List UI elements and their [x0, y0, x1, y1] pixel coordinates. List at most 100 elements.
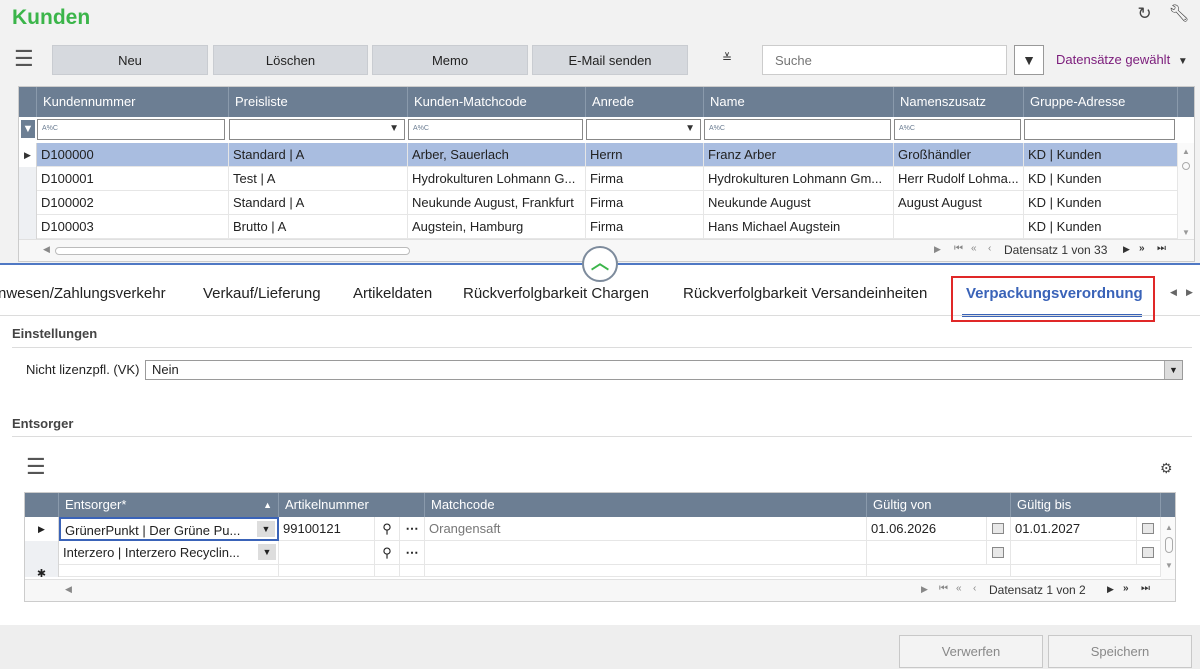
tab-rueckverfolgbarkeit-chargen[interactable]: Rückverfolgbarkeit Chargen — [463, 285, 649, 302]
search-input[interactable] — [763, 46, 1006, 74]
prev-record-icon[interactable]: ‹ — [988, 243, 991, 254]
prev-page-icon[interactable]: « — [956, 583, 962, 594]
col-header[interactable]: Gültig bis — [1011, 493, 1161, 517]
wrench-icon[interactable]: 🔧︎ — [1168, 4, 1190, 23]
chevron-down-icon[interactable]: ▼ — [1164, 361, 1182, 379]
menu-icon[interactable]: ☰ — [26, 454, 46, 480]
col-header[interactable]: Gruppe-Adresse — [1024, 87, 1178, 117]
cell[interactable] — [1011, 541, 1137, 565]
filter-matchcode[interactable]: A%C — [408, 119, 583, 140]
filter-gruppe[interactable] — [1024, 119, 1175, 140]
cell[interactable]: 01.01.2027 — [1011, 517, 1137, 541]
tab-scroll-left-icon[interactable]: ◀ — [1170, 287, 1177, 298]
tab-zahlungsverkehr[interactable]: nwesen/Zahlungsverkehr — [0, 285, 166, 302]
discard-button[interactable]: Verwerfen — [899, 635, 1043, 668]
cell[interactable] — [867, 565, 1011, 577]
entsorger-select[interactable]: Interzero | Interzero Recyclin... ▼ — [59, 541, 279, 565]
scroll-up-icon[interactable]: ▲ — [1182, 147, 1190, 156]
table-row[interactable]: D100003 Brutto | A Augstein, Hamburg Fir… — [19, 215, 1178, 239]
scroll-down-icon[interactable]: ▼ — [1165, 561, 1173, 570]
filter-preisliste[interactable]: ▼ — [229, 119, 405, 140]
more-icon[interactable] — [400, 565, 425, 577]
col-header[interactable]: Preisliste — [229, 87, 408, 117]
col-header[interactable]: Name — [704, 87, 894, 117]
scroll-down-icon[interactable]: ▼ — [1182, 228, 1190, 237]
scroll-thumb[interactable] — [1165, 537, 1173, 553]
scroll-thumb[interactable] — [1182, 162, 1190, 170]
table-row[interactable]: Interzero | Interzero Recyclin... ▼ ⚲ ⋯ — [25, 541, 1161, 565]
prev-page-icon[interactable]: « — [971, 243, 977, 254]
calendar-icon[interactable] — [1137, 517, 1161, 541]
vertical-scrollbar[interactable]: ▲ ▼ — [1178, 143, 1194, 239]
memo-button[interactable]: Memo — [372, 45, 528, 75]
entsorger-select[interactable] — [59, 565, 279, 577]
expand-search-icon[interactable]: ≚ — [722, 51, 732, 65]
calendar-icon[interactable] — [987, 541, 1011, 565]
more-icon[interactable]: ⋯ — [400, 517, 425, 541]
calendar-icon[interactable] — [987, 517, 1011, 541]
col-header[interactable]: Artikelnummer — [279, 493, 425, 517]
table-row[interactable]: D100002 Standard | A Neukunde August, Fr… — [19, 191, 1178, 215]
cell[interactable] — [279, 541, 375, 565]
nicht-lizenzpfl-select[interactable]: Nein ▼ — [145, 360, 1183, 380]
search-icon[interactable] — [375, 565, 400, 577]
first-page-icon[interactable]: ⏮ — [954, 243, 963, 254]
tab-verkauf-lieferung[interactable]: Verkauf/Lieferung — [203, 285, 321, 302]
next-record-icon[interactable]: ▶ — [1123, 244, 1130, 255]
col-header[interactable]: Namenszusatz — [894, 87, 1024, 117]
prev-record-icon[interactable]: ‹ — [973, 583, 976, 594]
cell[interactable]: 99100121 — [279, 517, 375, 541]
scroll-up-icon[interactable]: ▲ — [1165, 523, 1173, 532]
table-row[interactable]: ▶ D100000 Standard | A Arber, Sauerlach … — [19, 143, 1178, 167]
cell[interactable]: 01.06.2026 — [867, 517, 987, 541]
col-header[interactable]: Gültig von — [867, 493, 1011, 517]
filter-namenszusatz[interactable]: A%C — [894, 119, 1021, 140]
col-header[interactable]: Kunden-Matchcode — [408, 87, 586, 117]
more-icon[interactable]: ⋯ — [400, 541, 425, 565]
scroll-left-icon[interactable]: ◀ — [65, 584, 72, 595]
col-header[interactable]: Matchcode — [425, 493, 867, 517]
next-page-icon[interactable]: » — [1139, 243, 1145, 254]
new-button[interactable]: Neu — [52, 45, 208, 75]
filter-kundennummer[interactable]: A%C — [37, 119, 225, 140]
gear-icon[interactable]: ⚙ — [1160, 460, 1173, 477]
chevron-down-icon[interactable]: ▼ — [258, 544, 276, 560]
tab-scroll-right-icon[interactable]: ▶ — [1186, 287, 1193, 298]
calendar-icon[interactable] — [1137, 541, 1161, 565]
scroll-right-icon[interactable]: ▶ — [921, 584, 928, 595]
collapse-chevron-icon[interactable]: ︿ — [582, 246, 618, 282]
tab-artikeldaten[interactable]: Artikeldaten — [353, 285, 432, 302]
funnel-icon[interactable]: ▼ — [21, 120, 35, 138]
filter-dropdown-icon[interactable]: ▼ — [1014, 45, 1044, 75]
disposer-grid[interactable]: Entsorger* ▲ Artikelnummer Matchcode Gül… — [24, 492, 1176, 602]
cell[interactable] — [867, 541, 987, 565]
entsorger-select[interactable]: GrünerPunkt | Der Grüne Pu... ▼ — [59, 517, 279, 541]
last-page-icon[interactable]: ⏭ — [1157, 243, 1166, 254]
table-row[interactable]: D100001 Test | A Hydrokulturen Lohmann G… — [19, 167, 1178, 191]
customers-grid[interactable]: Kundennummer Preisliste Kunden-Matchcode… — [18, 86, 1195, 262]
table-row[interactable]: ▶ GrünerPunkt | Der Grüne Pu... ▼ 991001… — [25, 517, 1161, 541]
chevron-down-icon[interactable]: ▼ — [257, 521, 275, 537]
search-icon[interactable]: ⚲ — [375, 517, 400, 541]
search-icon[interactable]: ⚲ — [375, 541, 400, 565]
next-record-icon[interactable]: ▶ — [1107, 584, 1114, 595]
vertical-scrollbar[interactable]: ▲ ▼ — [1161, 517, 1175, 579]
email-button[interactable]: E-Mail senden — [532, 45, 688, 75]
horizontal-scrollbar[interactable] — [55, 247, 410, 255]
cell[interactable] — [279, 565, 375, 577]
menu-icon[interactable]: ☰ — [14, 46, 34, 72]
search-box[interactable] — [762, 45, 1007, 75]
records-selected-dropdown[interactable]: Datensätze gewählt ▼ — [1056, 52, 1188, 67]
delete-button[interactable]: Löschen — [213, 45, 368, 75]
first-page-icon[interactable]: ⏮ — [939, 583, 948, 594]
filter-anrede[interactable]: ▼ — [586, 119, 701, 140]
col-header[interactable]: Kundennummer — [37, 87, 229, 117]
col-header[interactable]: Entsorger* ▲ — [59, 493, 279, 517]
last-page-icon[interactable]: ⏭ — [1141, 583, 1150, 594]
scroll-left-icon[interactable]: ◀ — [43, 244, 50, 255]
tab-rueckverfolgbarkeit-versandeinheiten[interactable]: Rückverfolgbarkeit Versandeinheiten — [683, 285, 927, 302]
col-header[interactable]: Anrede — [586, 87, 704, 117]
cell[interactable] — [1011, 565, 1161, 577]
save-button[interactable]: Speichern — [1048, 635, 1192, 668]
next-page-icon[interactable]: » — [1123, 583, 1129, 594]
